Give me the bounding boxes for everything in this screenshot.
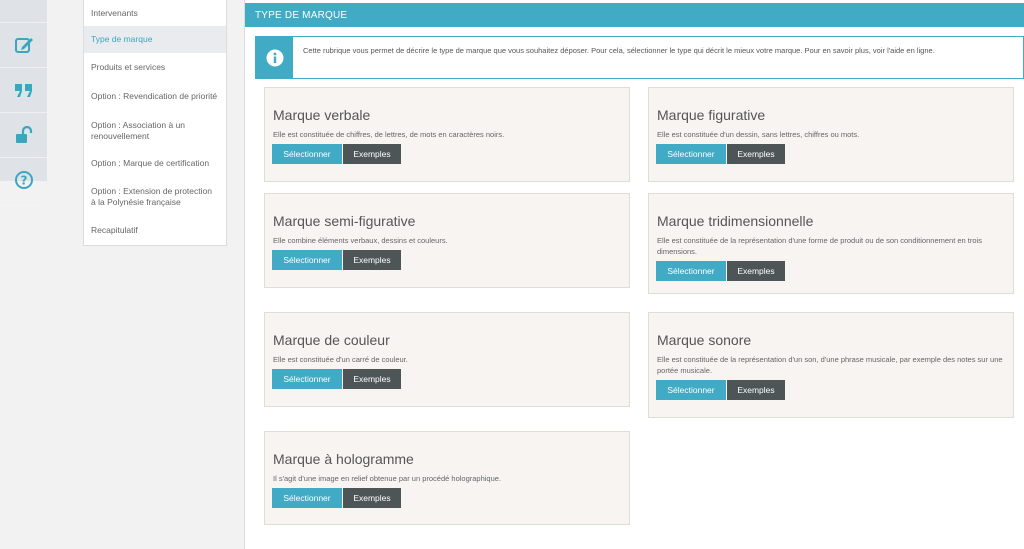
examples-button[interactable]: Exemples — [343, 369, 401, 389]
rail-item-help[interactable]: ? — [0, 158, 47, 203]
card-description: Elle combine éléments verbaux, dessins e… — [273, 236, 448, 245]
step-label: Produits et services — [91, 61, 166, 72]
card-title: Marque verbale — [273, 107, 371, 123]
card-title: Marque tridimensionnelle — [657, 213, 814, 229]
quote-icon — [14, 84, 32, 97]
rail-item-unlock[interactable] — [0, 113, 47, 158]
card-description: Elle est constituée d'un carré de couleu… — [273, 355, 408, 364]
card-title: Marque semi-figurative — [273, 213, 416, 229]
step-extension-polynesie[interactable]: Option : Extension de protection à la Po… — [84, 175, 226, 218]
step-label: Option : Revendication de priorité — [91, 90, 218, 101]
examples-button[interactable]: Exemples — [343, 250, 401, 270]
select-button[interactable]: Sélectionner — [656, 261, 726, 281]
examples-button[interactable]: Exemples — [727, 380, 785, 400]
rail-item-edit[interactable] — [0, 23, 47, 68]
card-description: Elle est constituée de chiffres, de lett… — [273, 130, 505, 139]
section-header: TYPE DE MARQUE — [245, 3, 1024, 27]
examples-button[interactable]: Exemples — [727, 261, 785, 281]
card-title: Marque de couleur — [273, 332, 390, 348]
step-label: Option : Extension de protection à la Po… — [91, 185, 212, 207]
main-panel: TYPE DE MARQUE Cette rubrique vous perme… — [244, 0, 1024, 549]
rail-item-quote[interactable] — [0, 68, 47, 113]
card-title: Marque à hologramme — [273, 451, 414, 467]
card-title: Marque sonore — [657, 332, 752, 348]
card-description: Elle est constituée d'un dessin, sans le… — [657, 130, 860, 139]
info-box: Cette rubrique vous permet de décrire le… — [255, 36, 1024, 79]
step-label: Intervenants — [91, 7, 138, 18]
select-button[interactable]: Sélectionner — [272, 250, 342, 270]
step-label: Option : Association à un renouvellement — [91, 120, 186, 141]
step-produits-services[interactable]: Produits et services — [84, 53, 226, 81]
rail-top — [0, 0, 47, 23]
steps-nav: Intervenants Type de marque Produits et … — [83, 0, 227, 246]
step-label: Type de marque — [91, 34, 153, 44]
step-intervenants[interactable]: Intervenants — [84, 0, 226, 26]
card-marque-verbale: Marque verbale Elle est constituée de ch… — [264, 87, 630, 182]
svg-text:?: ? — [20, 174, 27, 188]
icon-rail: ? — [0, 0, 47, 203]
select-button[interactable]: Sélectionner — [272, 488, 342, 508]
card-title: Marque figurative — [657, 107, 766, 123]
info-icon — [266, 49, 283, 66]
examples-button[interactable]: Exemples — [727, 144, 785, 164]
info-text: Cette rubrique vous permet de décrire le… — [303, 46, 935, 55]
card-marque-hologramme: Marque à hologramme Il s'agit d'une imag… — [264, 431, 630, 525]
step-label: Option : Marque de certification — [91, 157, 210, 168]
card-marque-semi-figurative: Marque semi-figurative Elle combine élém… — [264, 193, 630, 288]
card-description: Elle est constituée de la représentation… — [657, 236, 982, 256]
card-marque-figurative: Marque figurative Elle est constituée d'… — [648, 87, 1014, 182]
step-label: Recapitulatif — [91, 224, 138, 235]
examples-button[interactable]: Exemples — [343, 144, 401, 164]
card-marque-de-couleur: Marque de couleur Elle est constituée d'… — [264, 312, 630, 407]
info-badge — [256, 37, 293, 78]
card-description: Il s'agit d'une image en relief obtenue … — [273, 474, 502, 483]
select-button[interactable]: Sélectionner — [272, 369, 342, 389]
card-description: Elle est constituée de la représentation… — [657, 355, 1003, 375]
card-marque-tridimensionnelle: Marque tridimensionnelle Elle est consti… — [648, 193, 1014, 294]
step-association-renouvellement[interactable]: Option : Association à un renouvellement — [84, 111, 226, 151]
select-button[interactable]: Sélectionner — [656, 380, 726, 400]
select-button[interactable]: Sélectionner — [272, 144, 342, 164]
step-type-de-marque[interactable]: Type de marque — [84, 26, 226, 53]
step-revendication-priorite[interactable]: Option : Revendication de priorité — [84, 81, 226, 111]
edit-icon — [14, 38, 33, 53]
step-recapitulatif[interactable]: Recapitulatif — [84, 218, 226, 242]
card-marque-sonore: Marque sonore Elle est constituée de la … — [648, 312, 1014, 418]
step-marque-certification[interactable]: Option : Marque de certification — [84, 151, 226, 175]
examples-button[interactable]: Exemples — [343, 488, 401, 508]
unlock-icon — [15, 126, 32, 143]
help-icon: ? — [14, 171, 33, 189]
select-button[interactable]: Sélectionner — [656, 144, 726, 164]
